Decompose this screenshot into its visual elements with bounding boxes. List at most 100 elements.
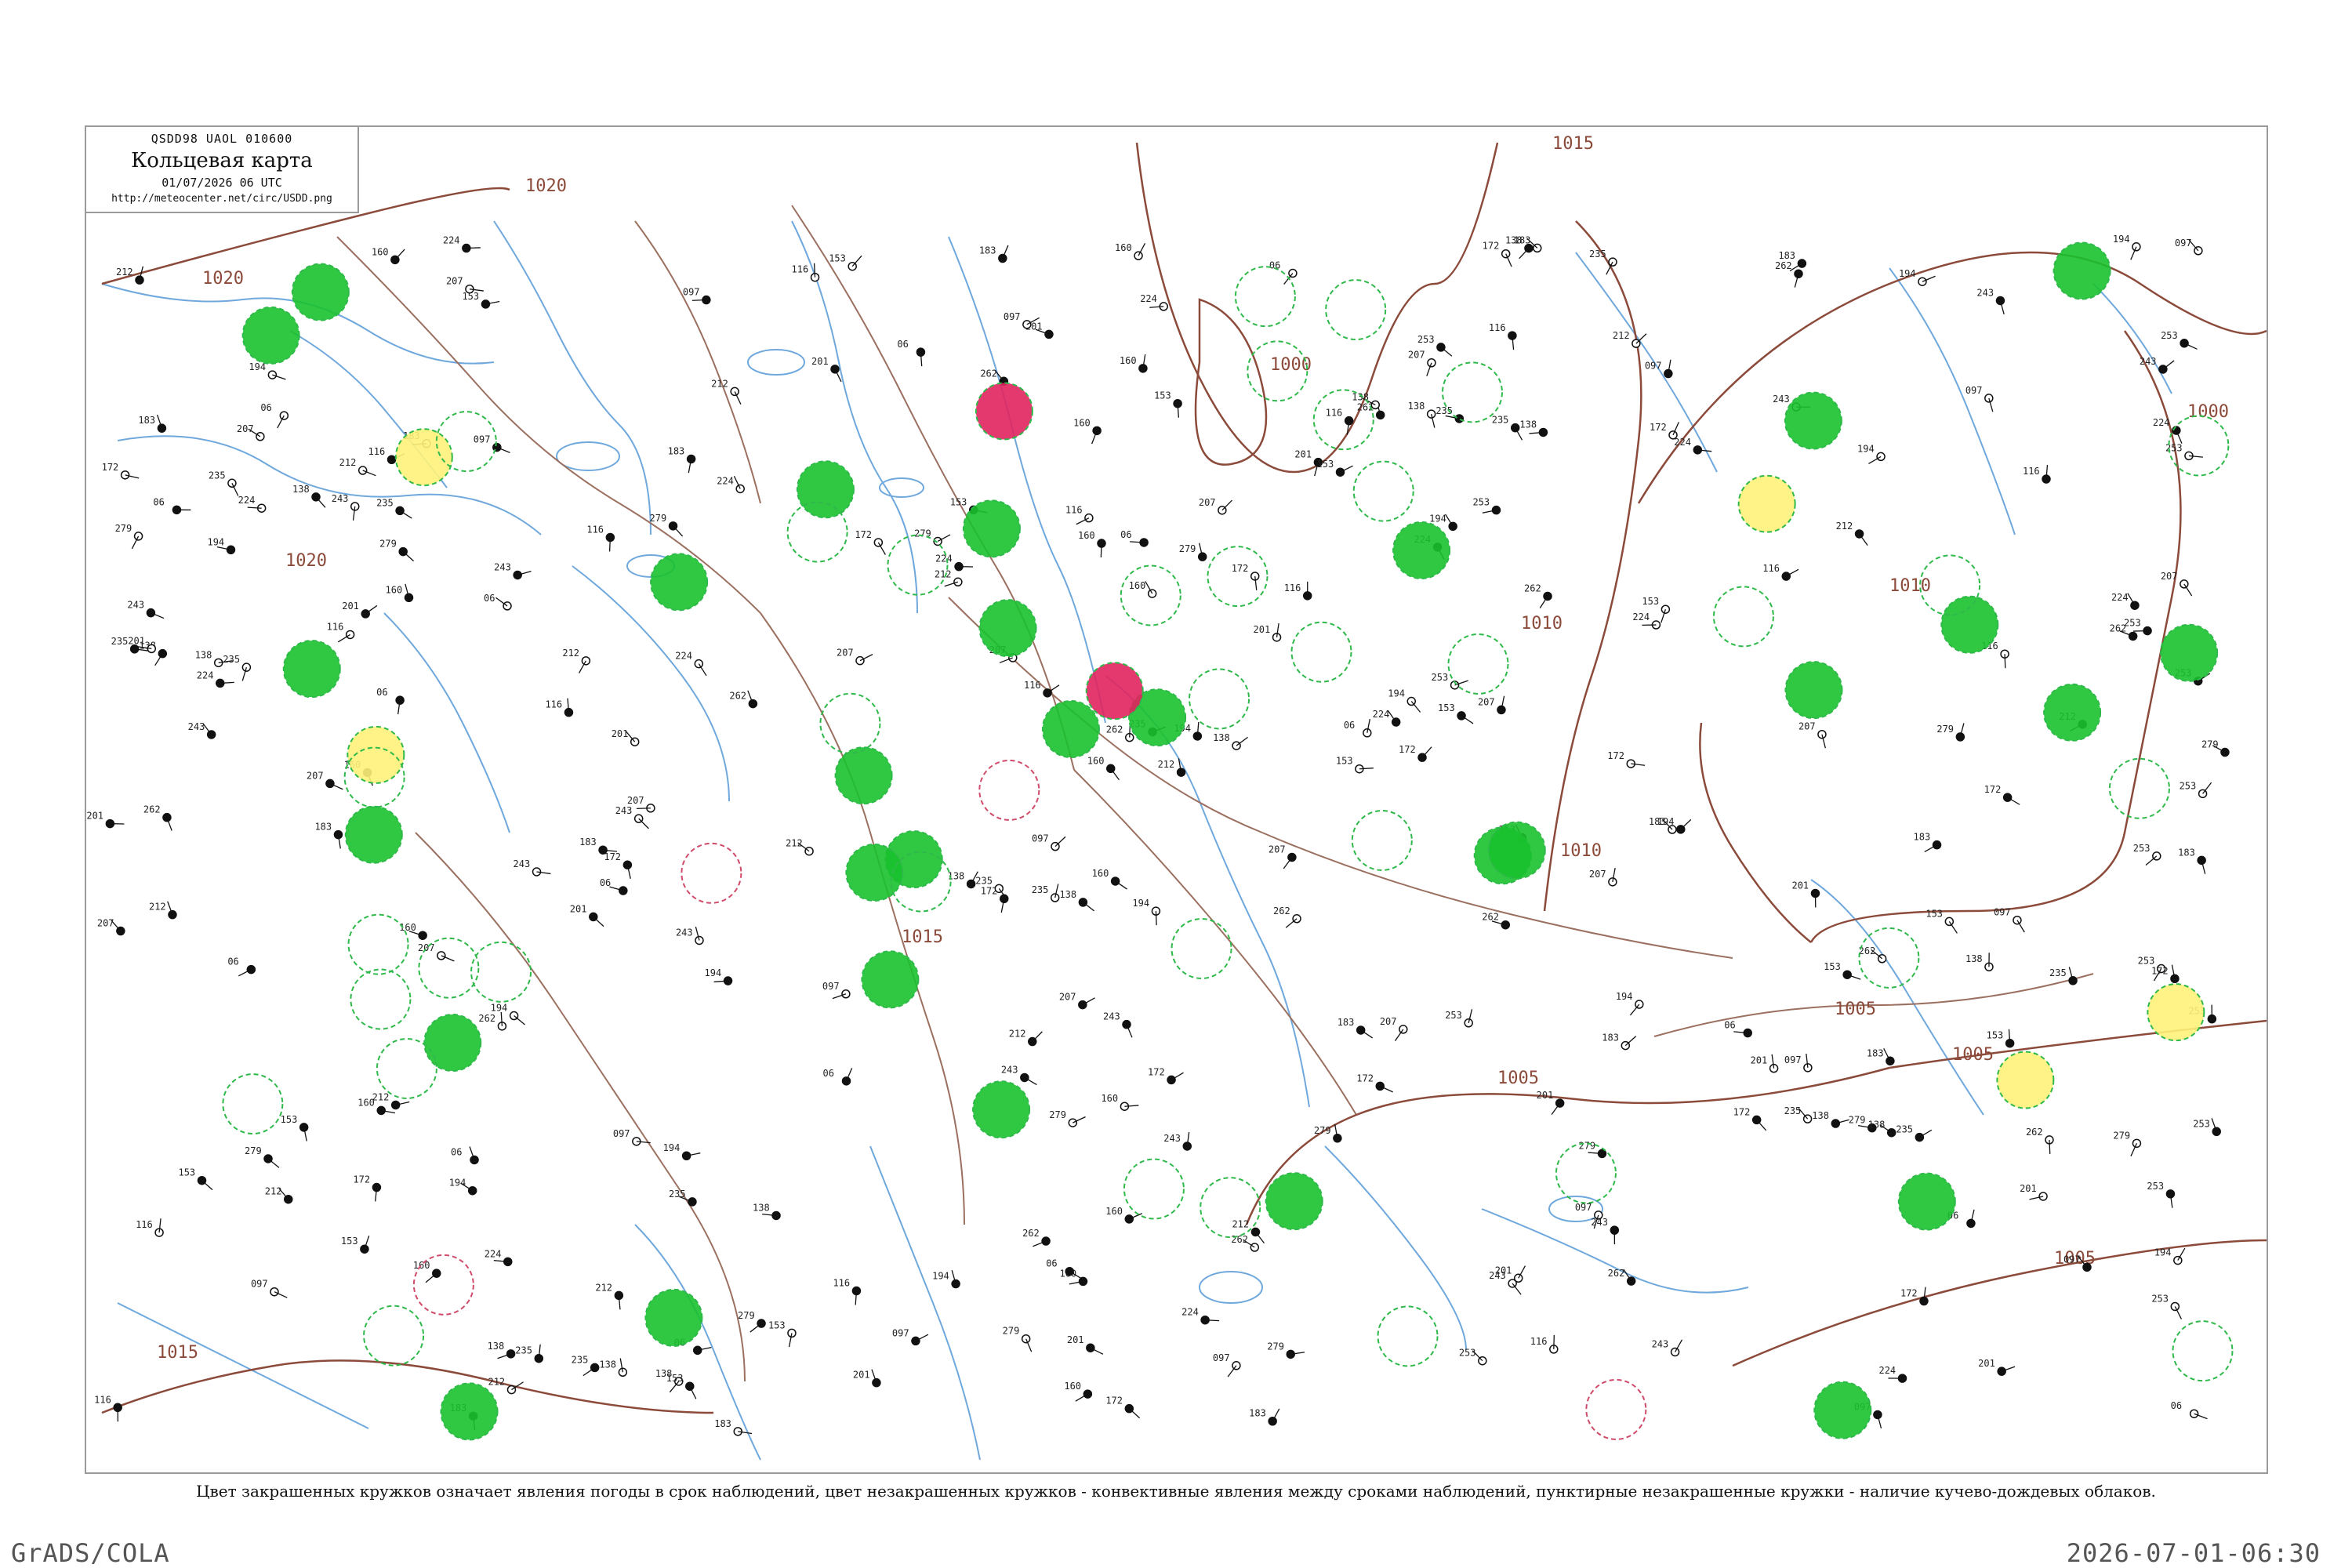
station-value: 243 <box>1489 1270 1506 1281</box>
station-plot: 138 <box>753 1202 781 1221</box>
station-value: 201 <box>853 1370 870 1381</box>
station-value: 201 <box>811 356 829 367</box>
weather-phenomenon-circle <box>644 1288 703 1347</box>
station-plot: 138 <box>1059 889 1095 912</box>
station-plot: 207 <box>2161 571 2193 597</box>
station-plot: 224 <box>485 1248 513 1267</box>
station-plot: 194 <box>491 1003 525 1025</box>
station-value: 212 <box>562 648 579 659</box>
station-value: 183 <box>1914 832 1931 843</box>
station-value: 153 <box>1154 390 1171 401</box>
station-value: 253 <box>2165 442 2183 453</box>
station-value: 207 <box>1380 1016 1397 1027</box>
station-plot: 183 <box>1602 1033 1637 1051</box>
isobar-label: 1015 <box>902 927 943 947</box>
station-value: 138 <box>1213 732 1230 743</box>
station-plot: 160 <box>386 583 414 603</box>
station-plot: 153 <box>1154 390 1182 418</box>
station-plot: 243 <box>494 561 532 580</box>
station-plot: 262 <box>2026 1127 2054 1154</box>
station-value: 279 <box>2113 1130 2130 1141</box>
station-value: 243 <box>127 600 144 611</box>
station-value: 172 <box>855 529 872 540</box>
cumulonimbus-ring <box>1171 917 1232 979</box>
station-value: 224 <box>197 670 214 681</box>
map-legend-caption: Цвет закрашенных кружков означает явлени… <box>196 1482 2156 1501</box>
isobar-label: 1020 <box>525 176 567 196</box>
station-value: 201 <box>570 903 587 914</box>
wind-barb <box>608 537 612 552</box>
station-value: 253 <box>1459 1348 1476 1359</box>
station-plot: 183 <box>979 245 1009 263</box>
cumulonimbus-ring <box>1123 1158 1185 1220</box>
weather-phenomenon-circle <box>2160 623 2219 682</box>
station-plot: 116 <box>1284 581 1312 601</box>
weather-phenomenon-circle <box>1085 662 1144 720</box>
station-plot: 201 <box>612 728 640 746</box>
wind-barb <box>394 249 405 260</box>
station-value: 253 <box>2161 330 2178 341</box>
cumulonimbus-ring <box>222 1073 284 1135</box>
station-plot: 194 <box>1899 268 1936 286</box>
station-value: 207 <box>97 918 114 929</box>
station-plot: 201 <box>2020 1183 2048 1201</box>
station-value: 224 <box>2153 417 2170 428</box>
station-plot: 160 <box>399 922 427 940</box>
station-value: 224 <box>485 1248 502 1259</box>
station-plot: 116 <box>833 1278 862 1305</box>
station-value: 224 <box>443 235 460 246</box>
station-value: 097 <box>474 434 491 445</box>
station-value: 138 <box>1505 235 1523 246</box>
station-plot: 224 <box>1373 709 1401 727</box>
station-value: 212 <box>1158 759 1175 770</box>
station-plot: 06 <box>823 1068 853 1086</box>
station-plot: 243 <box>1652 1338 1683 1357</box>
wind-barb <box>2049 1139 2051 1154</box>
weather-phenomenon-circle <box>440 1382 499 1441</box>
station-plot: 172 <box>2151 964 2180 984</box>
station-value: 06 <box>600 877 611 888</box>
station-plot: 212 <box>1613 330 1647 348</box>
station-dot <box>830 365 840 374</box>
station-plot: 138 <box>1965 953 1994 971</box>
station-dot <box>1661 604 1671 614</box>
station-value: 160 <box>1101 1093 1118 1104</box>
station-value: 172 <box>353 1174 370 1185</box>
station-value: 279 <box>1578 1140 1595 1151</box>
station-plot: 235 <box>223 654 252 681</box>
station-plot: 172 <box>1148 1066 1184 1085</box>
station-dot <box>1510 423 1520 433</box>
wind-barb <box>1128 1408 1141 1419</box>
wind-barb <box>1624 1036 1637 1047</box>
station-plot: 224 <box>238 495 267 513</box>
station-plot: 253 <box>2161 330 2198 350</box>
station-value: 172 <box>1483 241 1500 252</box>
wind-barb <box>2202 782 2212 794</box>
weather-phenomenon-circle <box>1737 474 1796 533</box>
station-plot: 243 <box>1103 1011 1133 1038</box>
station-value: 138 <box>1868 1120 1886 1131</box>
footer-timestamp: 2026-07-01-06:30 <box>2066 1538 2321 1568</box>
station-value: 235 <box>1784 1105 1802 1116</box>
map-canvas: 1020 1020 1020 1015 1015 1015 1010 1010 … <box>86 134 2267 1461</box>
station-value: 138 <box>488 1341 505 1352</box>
station-plot: 116 <box>1065 505 1094 525</box>
station-value: 06 <box>376 687 387 698</box>
station-value: 116 <box>545 699 562 710</box>
station-value: 243 <box>676 927 693 938</box>
station-plot: 183 <box>1249 1408 1280 1426</box>
station-value: 279 <box>1003 1326 1020 1337</box>
footer-software: GrADS/COLA <box>11 1538 170 1568</box>
station-plot: 201 <box>811 356 842 383</box>
wind-barb <box>1756 1119 1767 1131</box>
station-dot <box>1134 251 1143 260</box>
station-plot: 06 <box>153 496 191 515</box>
station-value: 212 <box>1009 1029 1026 1040</box>
station-value: 201 <box>1254 624 1271 635</box>
station-plot: 262 <box>1524 583 1552 608</box>
station-value: 116 <box>1489 322 1506 333</box>
station-plot: 207 <box>237 423 265 441</box>
station-plot: 153 <box>178 1167 213 1191</box>
station-plot: 194 <box>1857 443 1886 464</box>
cumulonimbus-ring <box>978 759 1040 821</box>
